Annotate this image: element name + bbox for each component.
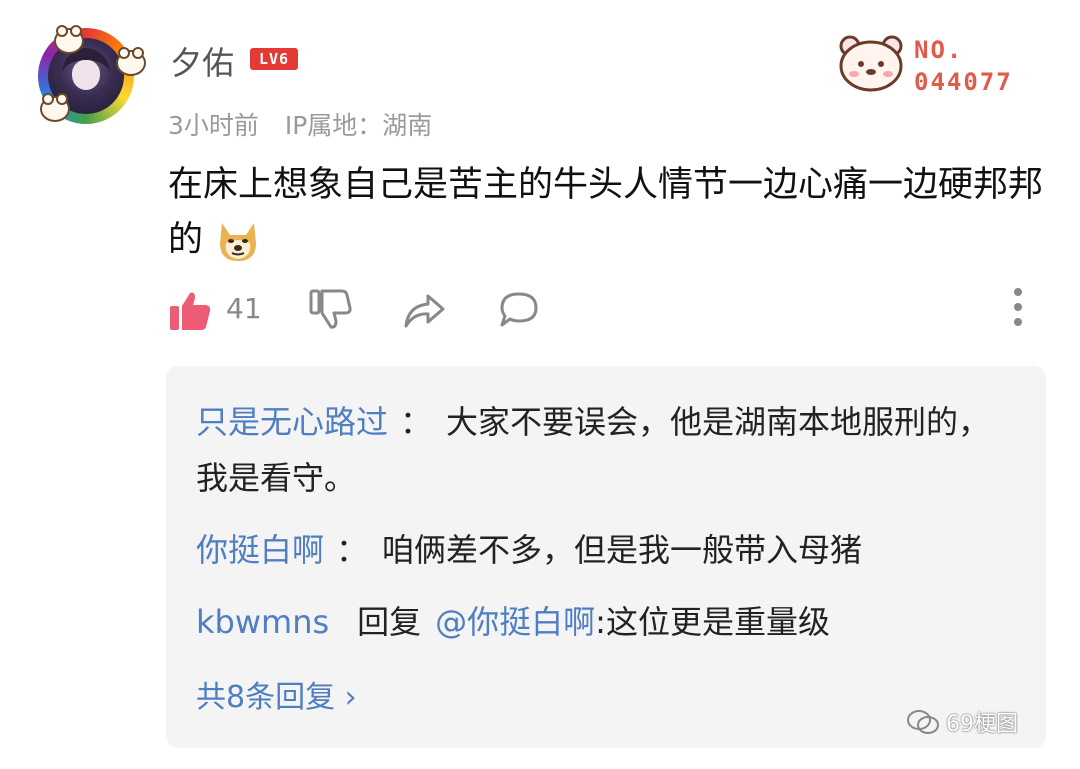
reply-item[interactable]: kbwmns 回复 @你挺白啊:这位更是重量级 <box>196 594 1006 650</box>
level-badge: LV6 <box>250 48 298 70</box>
ip-location: IP属地：湖南 <box>284 111 433 140</box>
number-value: 044077 <box>914 68 1013 96</box>
number-badge: NO. 044077 <box>832 28 1032 104</box>
reply-text: 咱俩差不多，但是我一般带入母猪 <box>382 531 863 569</box>
bear-sticker-icon <box>40 93 70 122</box>
reply-username[interactable]: kbwmns <box>196 603 329 641</box>
avatar[interactable] <box>38 25 146 124</box>
comment-body: 在床上想象自己是苦主的牛头人情节一边心痛一边硬邦邦的 <box>168 165 1044 260</box>
reply-comment-icon[interactable] <box>498 290 540 330</box>
bear-mascot-icon <box>839 35 903 92</box>
reply-mention[interactable]: @你挺白啊 <box>435 603 595 641</box>
thumbs-up-icon[interactable] <box>168 290 212 332</box>
reply-item[interactable]: 你挺白啊：咱俩差不多，但是我一般带入母猪 <box>196 522 1006 578</box>
bear-sticker-icon <box>54 25 84 54</box>
replies-panel: 只是无心路过：大家不要误会，他是湖南本地服刑的，我是看守。 你挺白啊：咱俩差不多… <box>166 366 1046 748</box>
watermark-text: 69梗图 <box>946 712 1018 737</box>
action-bar: 41 <box>168 286 1048 336</box>
wechat-icon <box>907 710 939 734</box>
comment-text: 在床上想象自己是苦主的牛头人情节一边心痛一边硬邦邦的 <box>168 158 1048 268</box>
more-options-icon[interactable] <box>1014 288 1024 333</box>
like-count: 41 <box>226 292 262 325</box>
bear-sticker-icon <box>116 47 146 76</box>
author-name[interactable]: 夕佑 <box>170 38 234 84</box>
view-all-replies-link[interactable]: 共8条回复 › <box>196 672 357 716</box>
comment-time: 3小时前 <box>168 111 259 140</box>
share-icon[interactable] <box>402 292 446 330</box>
watermark: 69梗图 <box>906 706 1018 738</box>
number-label: NO. <box>914 36 964 64</box>
reply-username[interactable]: 你挺白啊 <box>196 531 324 569</box>
reply-username[interactable]: 只是无心路过 <box>196 403 388 441</box>
reply-text: :这位更是重量级 <box>595 603 830 641</box>
doge-emoji-icon <box>220 223 257 261</box>
reply-word: 回复 <box>357 603 422 641</box>
reply-item[interactable]: 只是无心路过：大家不要误会，他是湖南本地服刑的，我是看守。 <box>196 394 1006 506</box>
comment-meta: 3小时前 IP属地：湖南 <box>168 106 450 142</box>
thumbs-down-icon[interactable] <box>308 288 352 330</box>
